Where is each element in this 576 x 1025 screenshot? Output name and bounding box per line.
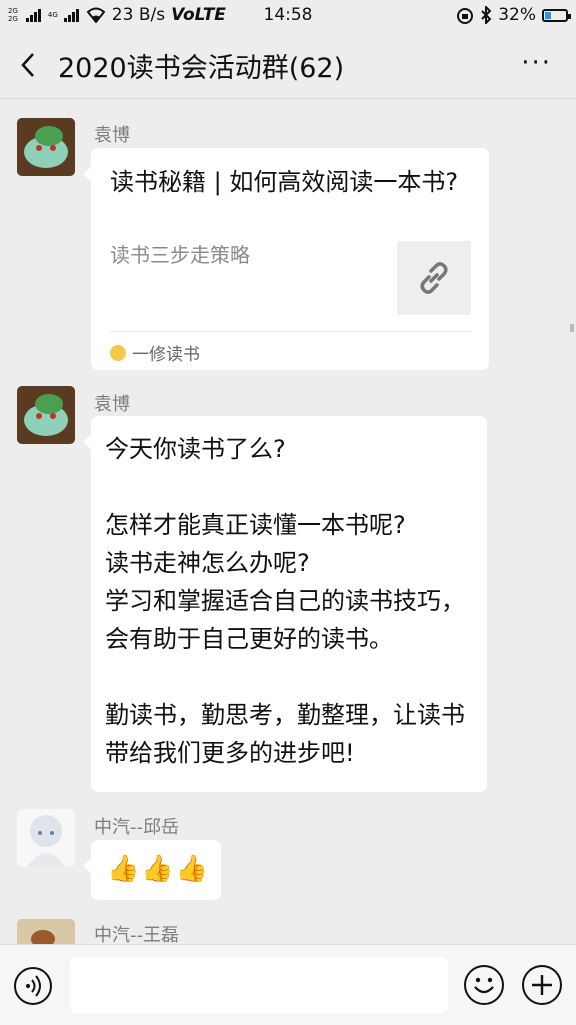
pokemon-avatar [17, 386, 75, 444]
bluetooth-icon [481, 6, 492, 24]
sender-avatar[interactable] [17, 386, 75, 444]
link-description: 读书三步走策略 [110, 243, 250, 267]
more-button[interactable]: ··· [521, 50, 552, 76]
sender-name: 中汽--王磊 [94, 925, 179, 944]
page-title: 2020读书会活动群(62) [58, 53, 345, 84]
sender-name: 袁博 [94, 125, 130, 146]
battery-percent: 32% [498, 5, 536, 25]
source-logo-icon [110, 344, 126, 361]
divider [110, 331, 471, 332]
link-source: 一修读书 [110, 340, 200, 365]
link-card[interactable]: 读书秘籍 | 如何高效阅读一本书? 读书三步走策略 一修读书 [83, 148, 489, 370]
link-thumbnail [397, 241, 471, 315]
emoji-message[interactable]: 👍👍👍 [83, 840, 221, 900]
sender-avatar[interactable] [17, 118, 75, 176]
chat-area[interactable]: 袁博 读书秘籍 | 如何高效阅读一本书? 读书三步走策略 一修读书 袁博 今天你… [0, 99, 576, 944]
scroll-indicator[interactable] [570, 324, 574, 332]
plus-icon [532, 975, 552, 995]
alarm-icon [457, 8, 474, 24]
message-input[interactable] [70, 957, 448, 1013]
sender-name: 袁博 [94, 394, 130, 415]
anime-avatar [17, 809, 75, 867]
pokemon-avatar [17, 118, 75, 176]
sender-avatar[interactable] [17, 919, 75, 944]
input-bar [0, 944, 576, 1025]
dog-avatar [17, 919, 75, 944]
source-name: 一修读书 [132, 345, 200, 365]
emoji-button[interactable] [464, 965, 504, 1005]
chevron-left-icon[interactable] [14, 50, 44, 80]
plus-button[interactable] [522, 965, 562, 1005]
sender-name: 中汽--邱岳 [94, 817, 179, 838]
link-icon [420, 262, 448, 294]
thumbs-up-icon: 👍👍👍 [107, 854, 211, 884]
status-right: 32% [456, 5, 571, 25]
chat-header: 2020读书会活动群(62) ··· [0, 32, 576, 99]
message-text: 今天你读书了么? 怎样才能真正读懂一本书呢? 读书走神怎么办呢? 学习和掌握适合… [105, 435, 465, 767]
sender-avatar[interactable] [17, 809, 75, 867]
link-title: 读书秘籍 | 如何高效阅读一本书? [110, 168, 459, 196]
status-bar: 2G 2G 4G 23 B/s VoLTE 14:58 32% [0, 0, 576, 32]
battery-charging-icon [542, 8, 571, 22]
voice-icon [26, 975, 41, 997]
voice-button[interactable] [14, 967, 52, 1005]
emoji-icon [474, 977, 494, 994]
text-message[interactable]: 今天你读书了么? 怎样才能真正读懂一本书呢? 读书走神怎么办呢? 学习和掌握适合… [83, 416, 487, 792]
